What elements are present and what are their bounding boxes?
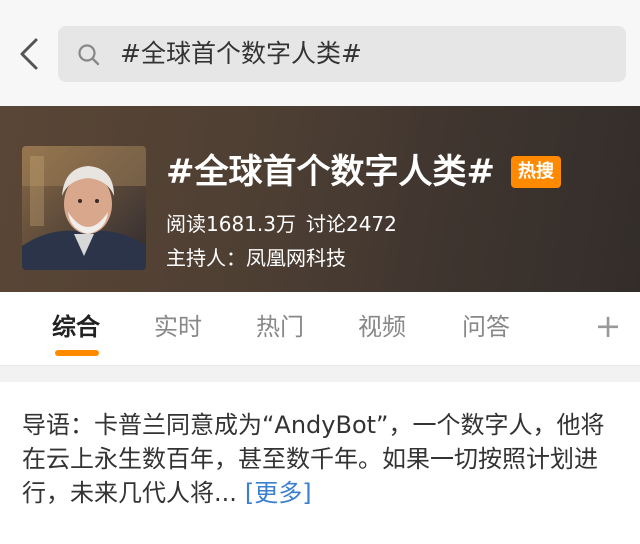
topic-stats: 阅读1681.3万 讨论2472 xyxy=(166,210,397,238)
search-box[interactable]: #全球首个数字人类# xyxy=(58,26,626,82)
add-tab-button[interactable]: + xyxy=(592,308,624,346)
tab-video[interactable]: 视频 xyxy=(358,310,406,344)
top-bar: #全球首个数字人类# xyxy=(0,0,640,106)
topic-host[interactable]: 主持人：凤凰网科技 xyxy=(166,244,346,272)
back-button[interactable] xyxy=(14,34,46,74)
intro-text: 导语：卡普兰同意成为“AndyBot”，一个数字人，他将在云上永生数百年，甚至数… xyxy=(22,411,605,507)
tab-all[interactable]: 综合 xyxy=(52,310,100,344)
discussion-count: 讨论2472 xyxy=(305,212,397,236)
active-tab-indicator xyxy=(55,350,99,356)
search-icon xyxy=(78,44,100,66)
tab-bar: 综合 实时 热门 视频 问答 + xyxy=(0,292,640,366)
intro-card: 导语：卡普兰同意成为“AndyBot”，一个数字人，他将在云上永生数百年，甚至数… xyxy=(0,382,640,544)
hot-badge: 热搜 xyxy=(511,156,561,188)
topic-header: #全球首个数字人类# 热搜 阅读1681.3万 讨论2472 主持人：凤凰网科技 xyxy=(0,106,640,292)
topic-avatar[interactable] xyxy=(22,146,146,270)
tab-hot[interactable]: 热门 xyxy=(256,310,304,344)
more-link[interactable]: [更多] xyxy=(245,479,312,507)
chevron-left-icon xyxy=(20,38,38,70)
search-query[interactable]: #全球首个数字人类# xyxy=(120,38,362,70)
topic-title: #全球首个数字人类# xyxy=(166,152,495,192)
host-photo xyxy=(22,146,146,270)
intro-paragraph: 导语：卡普兰同意成为“AndyBot”，一个数字人，他将在云上永生数百年，甚至数… xyxy=(22,408,622,510)
read-count: 阅读1681.3万 xyxy=(166,212,296,236)
tab-qa[interactable]: 问答 xyxy=(462,310,510,344)
tab-realtime[interactable]: 实时 xyxy=(154,310,202,344)
